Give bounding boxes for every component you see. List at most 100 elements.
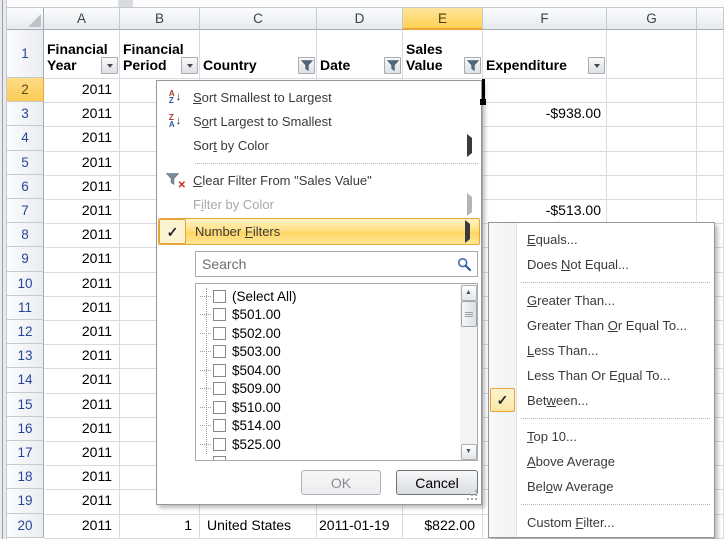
menu-item-clear-filter-from-sales-value[interactable]: ✕Clear Filter From "Sales Value"	[157, 168, 481, 192]
cell-F7[interactable]: -$513.00	[483, 199, 606, 222]
column-header-partial[interactable]	[697, 8, 724, 30]
filter-value-checkbox[interactable]	[213, 327, 226, 340]
row-header-10[interactable]: 10	[7, 272, 44, 296]
applied-filter-button[interactable]	[464, 57, 481, 74]
filter-value-checkbox[interactable]	[213, 364, 226, 377]
cell-A13[interactable]: 2011	[44, 344, 119, 367]
row-header-1[interactable]: 1	[7, 30, 44, 78]
filter-value-row-514-00[interactable]: $514.00	[196, 417, 460, 436]
cell-F3[interactable]: -$938.00	[483, 102, 606, 125]
cell-A20[interactable]: 2011	[44, 514, 119, 537]
cell-A14[interactable]: 2011	[44, 368, 119, 391]
row-header-18[interactable]: 18	[7, 465, 44, 489]
cell-E20[interactable]: $822.00	[403, 514, 482, 537]
row-header-19[interactable]: 19	[7, 489, 44, 513]
cell-A17[interactable]: 2011	[44, 441, 119, 464]
filter-value-checkbox[interactable]	[213, 290, 226, 303]
menu-item-filter-by-color[interactable]: Filter by Color	[157, 192, 481, 216]
cell-A6[interactable]: 2011	[44, 175, 119, 198]
filter-value-row-502-00[interactable]: $502.00	[196, 324, 460, 343]
filter-value-row-504-00[interactable]: $504.00	[196, 361, 460, 380]
cell-A9[interactable]: 2011	[44, 247, 119, 270]
column-header-f[interactable]: F	[483, 8, 607, 30]
row-header-20[interactable]: 20	[7, 514, 44, 538]
row-header-2[interactable]: 2	[7, 78, 44, 102]
filter-value-row-525-00[interactable]: $525.00	[196, 435, 460, 454]
filter-value-checkbox[interactable]	[213, 456, 226, 461]
row-header-3[interactable]: 3	[7, 102, 44, 126]
row-header-9[interactable]: 9	[7, 247, 44, 271]
cancel-button[interactable]: Cancel	[396, 470, 478, 495]
filter-value-checkbox[interactable]	[213, 401, 226, 414]
submenu-item-less-than-or-equal-to[interactable]: Less Than Or Equal To...	[489, 363, 714, 388]
column-header-e[interactable]: E	[403, 8, 483, 30]
filter-value-checkbox[interactable]	[213, 419, 226, 432]
cell-A19[interactable]: 2011	[44, 489, 119, 512]
ok-button[interactable]: OK	[301, 470, 381, 495]
submenu-item-less-than[interactable]: Less Than...	[489, 338, 714, 363]
cell-C20[interactable]: United States	[200, 514, 316, 537]
row-header-13[interactable]: 13	[7, 344, 44, 368]
cell-A10[interactable]: 2011	[44, 272, 119, 295]
row-header-5[interactable]: 5	[7, 151, 44, 175]
column-header-a[interactable]: A	[44, 8, 120, 30]
column-header-d[interactable]: D	[317, 8, 403, 30]
filter-dropdown-button[interactable]	[101, 57, 118, 74]
cell-D20[interactable]: 2011-01-19	[317, 514, 402, 537]
menu-item-number-filters[interactable]: ✓Number Filters	[158, 218, 480, 245]
cell-A4[interactable]: 2011	[44, 126, 119, 149]
cell-A16[interactable]: 2011	[44, 417, 119, 440]
select-all-corner[interactable]	[7, 8, 44, 30]
search-input[interactable]	[196, 252, 454, 276]
submenu-item-equals[interactable]: Equals...	[489, 227, 714, 252]
row-header-6[interactable]: 6	[7, 175, 44, 199]
search-icon[interactable]	[457, 257, 472, 272]
filter-value-row-509-00[interactable]: $509.00	[196, 380, 460, 399]
submenu-item-top-10[interactable]: Top 10...	[489, 424, 714, 449]
filter-dropdown-button[interactable]	[588, 57, 605, 74]
filter-value-row-501-00[interactable]: $501.00	[196, 306, 460, 325]
menu-item-sort-by-color[interactable]: Sort by Color	[157, 133, 481, 157]
column-header-g[interactable]: G	[607, 8, 697, 30]
submenu-item-custom-filter[interactable]: Custom Filter...	[489, 510, 714, 535]
cell-A5[interactable]: 2011	[44, 151, 119, 174]
applied-filter-button[interactable]	[298, 57, 315, 74]
filter-value-checkbox[interactable]	[213, 308, 226, 321]
row-header-8[interactable]: 8	[7, 223, 44, 247]
scrollbar-thumb[interactable]	[461, 301, 477, 327]
row-header-4[interactable]: 4	[7, 126, 44, 150]
filter-value-checkbox[interactable]	[213, 382, 226, 395]
cell-A11[interactable]: 2011	[44, 296, 119, 319]
row-header-15[interactable]: 15	[7, 393, 44, 417]
row-header-12[interactable]: 12	[7, 320, 44, 344]
filter-value-row-select-all[interactable]: (Select All)	[196, 287, 460, 306]
submenu-item-above-average[interactable]: Above Average	[489, 449, 714, 474]
cell-A8[interactable]: 2011	[44, 223, 119, 246]
cell-A3[interactable]: 2011	[44, 102, 119, 125]
cell-A2[interactable]: 2011	[44, 78, 119, 101]
row-header-14[interactable]: 14	[7, 368, 44, 392]
cell-A12[interactable]: 2011	[44, 320, 119, 343]
menu-item-sort-smallest-to-largest[interactable]: AZ↓Sort Smallest to Largest	[157, 85, 481, 109]
applied-filter-button[interactable]	[384, 57, 401, 74]
filter-value-checkbox[interactable]	[213, 345, 226, 358]
row-header-11[interactable]: 11	[7, 296, 44, 320]
filter-dropdown-button[interactable]	[181, 57, 198, 74]
list-scrollbar[interactable]: ▲ ▼	[460, 284, 477, 460]
row-header-7[interactable]: 7	[7, 199, 44, 223]
submenu-item-greater-than[interactable]: Greater Than...	[489, 288, 714, 313]
filter-value-row-510-00[interactable]: $510.00	[196, 398, 460, 417]
filter-value-row-partial[interactable]	[196, 454, 460, 462]
column-header-b[interactable]: B	[120, 8, 200, 30]
filter-value-row-503-00[interactable]: $503.00	[196, 343, 460, 362]
row-header-16[interactable]: 16	[7, 417, 44, 441]
cell-A7[interactable]: 2011	[44, 199, 119, 222]
fill-handle[interactable]	[480, 99, 486, 105]
filter-value-checkbox[interactable]	[213, 438, 226, 451]
cell-B20[interactable]: 1	[120, 514, 199, 537]
menu-item-sort-largest-to-smallest[interactable]: ZA↓Sort Largest to Smallest	[157, 109, 481, 133]
cell-A15[interactable]: 2011	[44, 393, 119, 416]
scroll-up-icon[interactable]: ▲	[461, 285, 477, 301]
row-header-17[interactable]: 17	[7, 441, 44, 465]
submenu-item-greater-than-or-equal-to[interactable]: Greater Than Or Equal To...	[489, 313, 714, 338]
